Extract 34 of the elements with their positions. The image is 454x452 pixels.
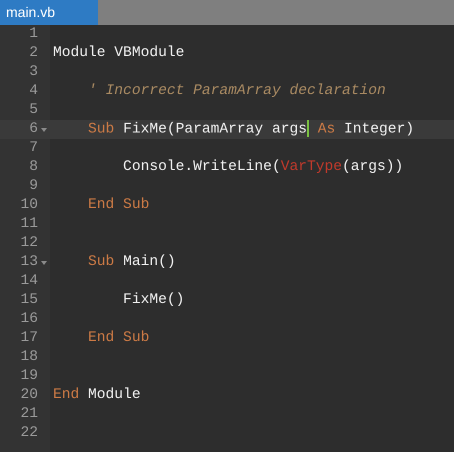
line-number: 2 [29,44,38,63]
code-line: Sub Main() [87,253,176,272]
line-number: 14 [20,272,38,291]
code-line: Module VBModule [53,44,184,63]
line-number: 16 [20,310,38,329]
line-number: 11 [20,214,38,234]
code-line: ' Incorrect ParamArray declaration [87,82,386,101]
line-number: 12 [20,234,38,253]
line-number: 19 [20,366,38,386]
line-number: 3 [29,62,38,82]
line-number: 20 [20,386,38,405]
line-number: 9 [29,176,38,196]
code-line: End Module [53,386,141,405]
line-number: 6 [29,120,38,139]
line-number: 21 [20,404,38,424]
line-number: 8 [29,158,38,177]
line-number: 7 [29,138,38,158]
line-number: 18 [20,348,38,367]
line-number: 15 [20,290,38,310]
code-line: Console.WriteLine(VarType(args)) [122,158,404,177]
line-number: 13 [20,252,38,272]
code-line: FixMe() [122,291,184,310]
file-tab[interactable]: main.vb [0,0,98,25]
line-number: 5 [29,100,38,120]
line-number: 10 [20,196,38,215]
line-number: 1 [29,24,38,44]
line-number: 4 [29,82,38,101]
line-number: 22 [20,424,38,443]
code-line: Sub FixMe(ParamArray args As Integer) [87,120,414,140]
code-line: End Sub [87,196,150,215]
fold-arrow-icon[interactable] [41,128,47,132]
line-number: 17 [20,328,38,348]
fold-arrow-icon[interactable] [41,261,47,265]
code-line: End Sub [87,329,150,348]
